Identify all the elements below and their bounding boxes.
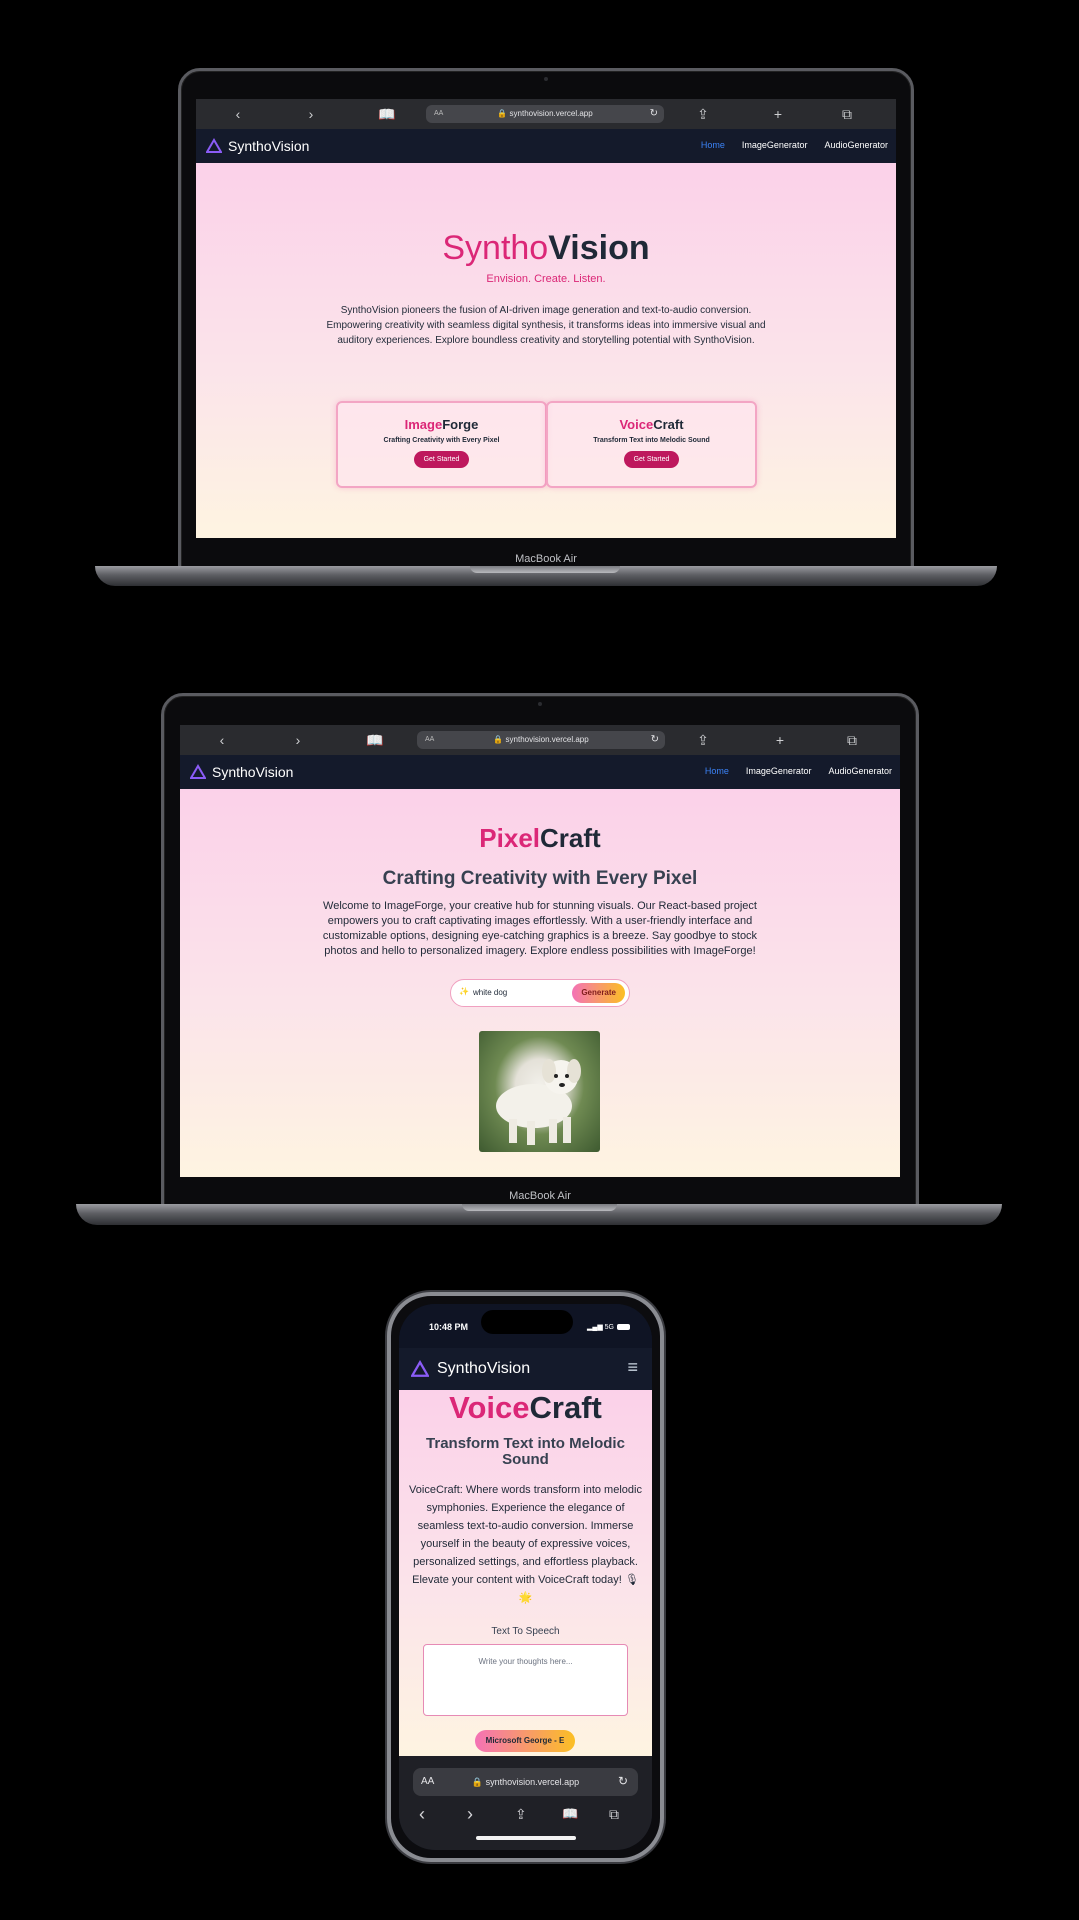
image-page-subtitle: Crafting Creativity with Every Pixel <box>382 868 698 889</box>
card-title: VoiceCraft <box>619 417 684 432</box>
dynamic-island <box>481 1310 573 1334</box>
reload-icon[interactable]: ↻ <box>651 731 659 749</box>
book-icon[interactable]: 📖 <box>360 725 390 755</box>
navbar: SynthoVision Home ImageGenerator AudioGe… <box>196 129 896 163</box>
safari-toolbar: ‹ › 📖 AA 🔒 synthovision.vercel.app ↻ ⇪ +… <box>180 725 900 755</box>
safari-toolbar: ‹ › 📖 AA 🔒 synthovision.vercel.app ↻ ⇪ +… <box>196 99 896 129</box>
generated-image <box>479 1031 600 1152</box>
mobile-navbar: SynthoVision ≡ <box>399 1348 652 1390</box>
forward-icon[interactable]: › <box>467 1804 473 1825</box>
home-title: SynthoVision <box>442 229 650 267</box>
laptop-2-notch <box>462 1204 617 1211</box>
laptop-1-screen: ‹ › 📖 AA 🔒 synthovision.vercel.app ↻ ⇪ +… <box>196 99 896 538</box>
prompt-input[interactable]: white dog <box>473 988 507 997</box>
menu-icon[interactable]: ≡ <box>627 1357 638 1378</box>
laptop-2-screen: ‹ › 📖 AA 🔒 synthovision.vercel.app ↻ ⇪ +… <box>180 725 900 1177</box>
reload-icon[interactable]: ↻ <box>618 1774 628 1788</box>
brand-name[interactable]: SynthoVision <box>228 138 309 154</box>
nav-link-image-generator[interactable]: ImageGenerator <box>746 766 812 776</box>
get-started-button[interactable]: Get Started <box>623 451 680 468</box>
brand-name[interactable]: SynthoVision <box>437 1360 530 1378</box>
voice-select[interactable]: Microsoft George - E <box>475 1730 575 1752</box>
voicecraft-card[interactable]: VoiceCraft Transform Text into Melodic S… <box>546 401 757 488</box>
voicecraft-page: VoiceCraft Transform Text into Melodic S… <box>399 1390 652 1756</box>
new-tab-icon[interactable]: + <box>763 99 793 129</box>
sparkle-icon: ✨ <box>459 987 469 996</box>
get-started-button[interactable]: Get Started <box>413 451 470 468</box>
reload-icon[interactable]: ↻ <box>650 105 658 123</box>
address-bar[interactable]: AA 🔒 synthovision.vercel.app ↻ <box>417 731 665 749</box>
device-label: MacBook Air <box>515 553 577 565</box>
tts-label: Text To Speech <box>491 1626 560 1637</box>
tabs-icon[interactable]: ⧉ <box>837 725 867 755</box>
url-text: 🔒 synthovision.vercel.app <box>497 109 593 118</box>
image-page-description: Welcome to ImageForge, your creative hub… <box>322 900 758 957</box>
text-input-area[interactable]: Write your thoughts here... <box>423 1644 628 1716</box>
logo-icon <box>206 138 222 153</box>
new-tab-icon[interactable]: + <box>765 725 795 755</box>
forward-icon[interactable]: › <box>283 725 313 755</box>
share-icon[interactable]: ⇪ <box>688 99 718 129</box>
status-time: 10:48 PM <box>429 1322 469 1332</box>
nav-link-home[interactable]: Home <box>705 766 729 776</box>
logo-icon <box>190 764 206 779</box>
book-icon[interactable]: 📖 <box>562 1806 578 1822</box>
card-title: ImageForge <box>404 417 479 432</box>
home-tagline: Envision. Create. Listen. <box>486 273 606 285</box>
share-icon[interactable]: ⇪ <box>688 725 718 755</box>
voicecraft-description: VoiceCraft: Where words transform into m… <box>409 1484 642 1604</box>
prompt-input-group: ✨ white dog Generate <box>450 979 630 1007</box>
voicecraft-title: VoiceCraft <box>449 1390 602 1425</box>
back-icon[interactable]: ‹ <box>223 99 253 129</box>
nav-links: Home ImageGenerator AudioGenerator <box>701 140 888 150</box>
device-label: MacBook Air <box>509 1190 571 1202</box>
signal-icon: ▂▄▆ 5G <box>586 1324 614 1331</box>
imageforge-card[interactable]: ImageForge Crafting Creativity with Ever… <box>336 401 547 488</box>
camera <box>544 77 548 81</box>
home-page: SynthoVision Envision. Create. Listen. S… <box>196 163 896 538</box>
nav-link-audio-generator[interactable]: AudioGenerator <box>828 766 892 776</box>
camera <box>538 702 542 706</box>
pixelcraft-title: PixelCraft <box>479 823 601 853</box>
mobile-safari-bar: AA 🔒 synthovision.vercel.app ↻ ‹ › ⇪ 📖 ⧉ <box>399 1756 652 1850</box>
nav-link-home[interactable]: Home <box>701 140 725 150</box>
brand-name[interactable]: SynthoVision <box>212 764 293 780</box>
forward-icon[interactable]: › <box>296 99 326 129</box>
tabs-icon[interactable]: ⧉ <box>609 1806 619 1823</box>
mobile-address-bar[interactable]: AA 🔒 synthovision.vercel.app ↻ <box>413 1768 638 1796</box>
navbar: SynthoVision Home ImageGenerator AudioGe… <box>180 755 900 789</box>
home-description: SynthoVision pioneers the fusion of AI-d… <box>326 305 766 346</box>
url-text: 🔒 synthovision.vercel.app <box>493 735 589 744</box>
share-icon[interactable]: ⇪ <box>515 1806 527 1823</box>
image-generator-page: PixelCraft Crafting Creativity with Ever… <box>180 789 900 1177</box>
address-bar[interactable]: AA 🔒 synthovision.vercel.app ↻ <box>426 105 664 123</box>
card-subtitle: Transform Text into Melodic Sound <box>593 437 710 444</box>
dog-image <box>496 1059 581 1145</box>
status-bar: 10:48 PM ▂▄▆ 5G <box>399 1304 652 1348</box>
back-icon[interactable]: ‹ <box>419 1804 425 1825</box>
home-indicator <box>476 1836 576 1840</box>
book-icon[interactable]: 📖 <box>372 99 402 129</box>
generate-button[interactable]: Generate <box>572 983 625 1003</box>
logo-icon <box>411 1360 429 1377</box>
back-icon[interactable]: ‹ <box>207 725 237 755</box>
nav-link-image-generator[interactable]: ImageGenerator <box>742 140 808 150</box>
mobile-url: 🔒 synthovision.vercel.app <box>471 1777 580 1787</box>
phone-screen: 10:48 PM ▂▄▆ 5G SynthoVision ≡ VoiceCraf… <box>399 1304 652 1850</box>
voicecraft-subtitle: Transform Text into Melodic Sound <box>426 1435 625 1468</box>
laptop-1-notch <box>470 566 620 573</box>
nav-link-audio-generator[interactable]: AudioGenerator <box>824 140 888 150</box>
laptop-1-lid: ‹ › 📖 AA 🔒 synthovision.vercel.app ↻ ⇪ +… <box>178 68 914 570</box>
card-subtitle: Crafting Creativity with Every Pixel <box>383 437 500 444</box>
nav-links: Home ImageGenerator AudioGenerator <box>705 766 892 776</box>
tabs-icon[interactable]: ⧉ <box>832 99 862 129</box>
laptop-2-lid: ‹ › 📖 AA 🔒 synthovision.vercel.app ↻ ⇪ +… <box>161 693 919 1208</box>
phone-frame: 10:48 PM ▂▄▆ 5G SynthoVision ≡ VoiceCraf… <box>387 1292 664 1862</box>
battery-icon <box>617 1324 630 1330</box>
